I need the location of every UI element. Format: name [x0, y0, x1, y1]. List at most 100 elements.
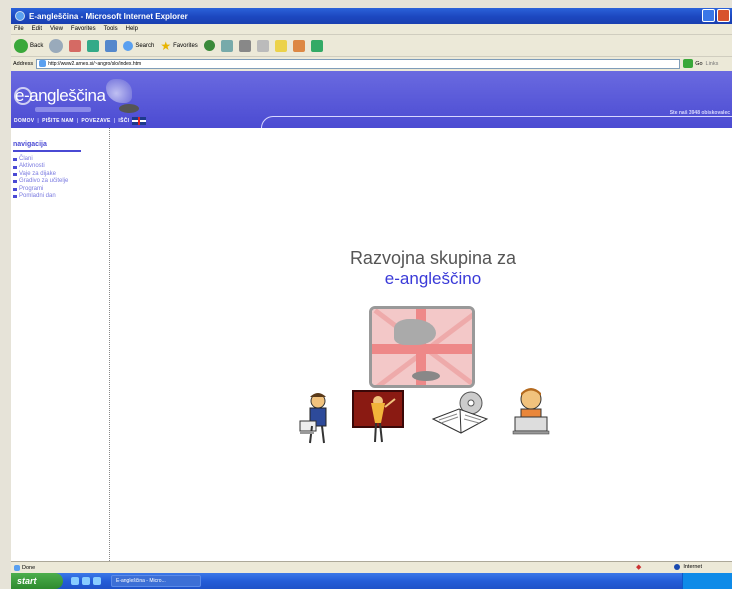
- taskbar-item-label: E-angleščina - Micro...: [116, 578, 166, 584]
- security-icon: ◆: [635, 564, 642, 571]
- uk-flag-icon[interactable]: [132, 117, 147, 125]
- sidebar-item-pomladni-dan[interactable]: Pomladni dan: [13, 193, 103, 200]
- quick-launch-media-icon[interactable]: [93, 577, 101, 585]
- quick-launch: [71, 577, 101, 585]
- visitor-counter: Ste naš 3948 obiskovalec: [669, 110, 730, 116]
- status-zone: ◆ Internet: [636, 563, 702, 571]
- status-text: Done: [22, 564, 36, 571]
- stop-icon[interactable]: [69, 39, 82, 52]
- hero-subtitle: e-angleščino: [384, 269, 482, 288]
- nav-separator: |: [37, 118, 40, 124]
- close-button[interactable]: [717, 9, 730, 22]
- logo-subtitle-bar: [35, 107, 91, 112]
- nav-separator: |: [113, 118, 116, 124]
- print-icon[interactable]: [238, 39, 251, 52]
- minimize-button[interactable]: [702, 9, 715, 22]
- swoosh-icon: [106, 79, 132, 103]
- sidebar-item-label: Vaje za dijake: [19, 170, 56, 177]
- menu-favorites[interactable]: Favorites: [71, 26, 96, 32]
- system-tray: [682, 573, 732, 589]
- search-icon: [123, 40, 134, 51]
- status-bar: Done ◆ Internet: [11, 561, 732, 573]
- sidebar-heading: navigacija: [13, 141, 81, 152]
- flag-cross-horizontal: [372, 344, 472, 354]
- menu-help[interactable]: Help: [126, 26, 138, 32]
- book-cd-clipart[interactable]: [429, 389, 491, 439]
- home-icon[interactable]: [105, 39, 118, 52]
- sidebar-item-programi[interactable]: Programi: [13, 186, 103, 193]
- quick-launch-desktop-icon[interactable]: [82, 577, 90, 585]
- mouse-icon: [119, 104, 139, 113]
- bullet-icon: [13, 195, 17, 199]
- site-nav: DOMOV | PIŠITE NAM | POVEZAVE | IŠČI: [11, 116, 147, 126]
- start-button[interactable]: start: [11, 573, 63, 589]
- address-bar: Address http://www2.arnes.si/~angro/slo/…: [11, 57, 732, 70]
- messenger-icon[interactable]: [292, 39, 305, 52]
- nav-write-us[interactable]: PIŠITE NAM: [42, 118, 74, 124]
- sidebar-item-label: Pomladni dan: [19, 193, 56, 200]
- go-button[interactable]: Go: [683, 59, 703, 68]
- blackboard-clipart[interactable]: [351, 389, 405, 444]
- sidebar-item-label: Člani: [19, 156, 33, 162]
- window-controls: [702, 9, 730, 22]
- sidebar-item-vaje[interactable]: Vaje za dijake: [13, 171, 103, 178]
- center-image: [369, 306, 475, 388]
- bullet-icon: [13, 187, 17, 191]
- sidebar-item-clani[interactable]: Člani: [13, 156, 103, 163]
- back-button[interactable]: Back: [14, 38, 43, 53]
- history-icon[interactable]: [203, 40, 215, 51]
- go-arrow-icon: [683, 59, 694, 68]
- window-title: E-angleščina - Microsoft Internet Explor…: [29, 11, 188, 21]
- menu-tools[interactable]: Tools: [104, 26, 118, 32]
- nav-home[interactable]: DOMOV: [14, 118, 34, 124]
- menu-bar: File Edit View Favorites Tools Help: [11, 24, 732, 35]
- page-status-icon: [14, 564, 20, 571]
- ie-icon: [15, 11, 25, 21]
- site-logo[interactable]: e-angleščina: [15, 86, 106, 106]
- menu-edit[interactable]: Edit: [32, 26, 42, 32]
- go-label: Go: [695, 60, 703, 67]
- address-url: http://www2.arnes.si/~angro/slo/index.ht…: [48, 60, 142, 67]
- hero-title: Razvojna skupina za: [349, 248, 517, 268]
- search-label: Search: [135, 42, 155, 49]
- quick-launch-ie-icon[interactable]: [71, 577, 79, 585]
- title-bar: E-angleščina - Microsoft Internet Explor…: [11, 8, 732, 24]
- mail-icon[interactable]: [220, 39, 233, 52]
- taskbar-item-browser[interactable]: E-angleščina - Micro...: [111, 575, 201, 587]
- student-computer-clipart[interactable]: [509, 387, 553, 437]
- back-arrow-icon: [14, 38, 28, 53]
- page-content: e-angleščina DOMOV | PIŠITE NAM | POVEZA…: [11, 71, 732, 561]
- nav-links[interactable]: POVEZAVE: [81, 118, 110, 124]
- star-icon: ★: [160, 38, 172, 53]
- links-label[interactable]: Links: [706, 61, 719, 67]
- bullet-icon: [13, 158, 17, 162]
- teacher-clipart[interactable]: [296, 391, 336, 446]
- folder-icon[interactable]: [274, 39, 287, 52]
- edit-icon[interactable]: [256, 39, 269, 52]
- search-button[interactable]: Search: [123, 40, 155, 51]
- sidebar-item-label: Programi: [19, 185, 44, 192]
- header-curve-line: [261, 116, 732, 128]
- map-shape: [394, 319, 436, 345]
- refresh-icon[interactable]: [87, 39, 100, 52]
- bullet-icon: [13, 173, 17, 177]
- bullet-icon: [13, 180, 17, 184]
- internet-zone-icon: [674, 564, 681, 570]
- menu-view[interactable]: View: [50, 26, 63, 32]
- sidebar-item-gradivo[interactable]: Gradivo za učitelje: [13, 178, 103, 185]
- sidebar-list: Člani Aktivnosti Vaje za dijake Gradivo …: [13, 156, 103, 200]
- sidebar: navigacija Člani Aktivnosti Vaje za dija…: [13, 141, 103, 200]
- address-input[interactable]: http://www2.arnes.si/~angro/slo/index.ht…: [36, 58, 681, 69]
- nav-separator: |: [76, 118, 79, 124]
- nav-search[interactable]: IŠČI: [118, 118, 129, 124]
- sidebar-item-label: Gradivo za učitelje: [19, 178, 69, 185]
- sidebar-item-label: Aktivnosti: [19, 163, 45, 170]
- column-divider: [109, 128, 110, 561]
- taskbar: start E-angleščina - Micro...: [11, 573, 732, 589]
- forward-button[interactable]: [49, 38, 64, 53]
- tool-icon[interactable]: [310, 39, 323, 52]
- start-label: start: [17, 576, 37, 586]
- sidebar-item-aktivnosti[interactable]: Aktivnosti: [13, 163, 103, 170]
- favorites-button[interactable]: ★ Favorites: [160, 39, 197, 53]
- menu-file[interactable]: File: [14, 26, 24, 32]
